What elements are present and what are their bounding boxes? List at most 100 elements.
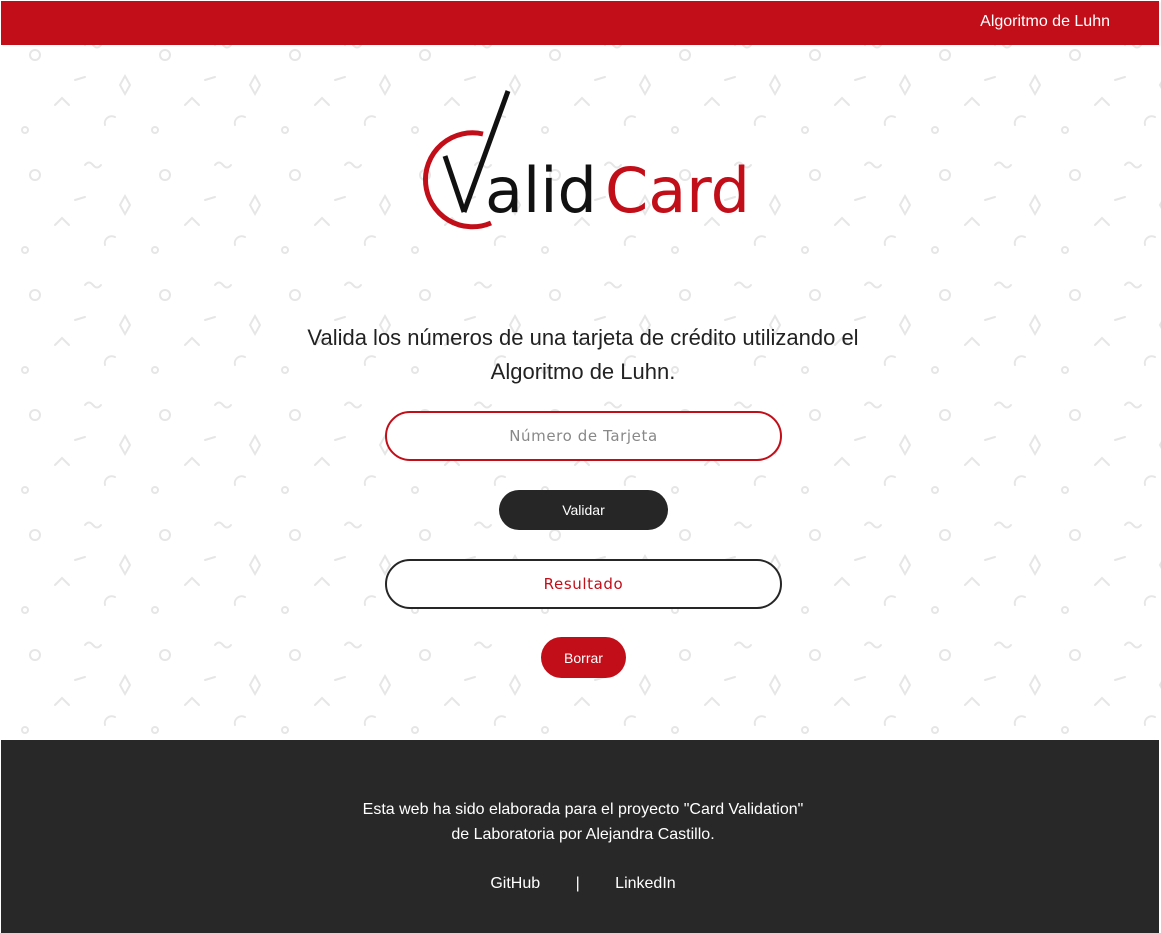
pattern-doodle [334, 676, 346, 681]
pattern-doodle [1094, 576, 1110, 586]
pattern-doodle [724, 676, 736, 681]
pattern-doodle [768, 193, 782, 217]
pattern-doodle [444, 696, 460, 706]
pattern-doodle [314, 456, 330, 466]
pattern-doodle [931, 126, 939, 134]
pattern-doodle [1061, 126, 1069, 134]
footer-credit: Esta web ha sido elaborada para el proye… [1, 797, 1161, 847]
pattern-doodle [233, 595, 246, 606]
pattern-doodle [411, 486, 419, 494]
pattern-doodle [939, 409, 951, 421]
pattern-doodle [1124, 45, 1142, 49]
pattern-doodle [834, 216, 850, 226]
pattern-doodle [623, 715, 636, 726]
pattern-doodle [994, 161, 1012, 169]
pattern-doodle [1143, 355, 1156, 366]
pattern-doodle [103, 355, 116, 366]
validate-button[interactable]: Validar [499, 490, 668, 530]
pattern-doodle [854, 76, 866, 81]
pattern-doodle [1061, 366, 1069, 374]
pattern-doodle [84, 401, 102, 409]
pattern-doodle [898, 313, 912, 337]
pattern-doodle [184, 696, 200, 706]
pattern-doodle [1013, 475, 1026, 486]
pattern-doodle [541, 726, 549, 734]
pattern-doodle [1028, 433, 1042, 457]
pattern-doodle [984, 196, 996, 201]
top-navbar: Algoritmo de Luhn [1, 1, 1159, 45]
pattern-doodle [474, 641, 492, 649]
pattern-doodle [281, 486, 289, 494]
pattern-doodle [854, 556, 866, 561]
linkedin-link[interactable]: LinkedIn [615, 875, 676, 892]
footer-credit-line-1: Esta web ha sido elaborada para el proye… [362, 801, 804, 818]
pattern-doodle [671, 486, 679, 494]
pattern-doodle [314, 576, 330, 586]
pattern-doodle [1013, 715, 1026, 726]
pattern-doodle [1069, 409, 1081, 421]
card-number-input[interactable] [385, 411, 782, 461]
pattern-doodle [801, 126, 809, 134]
pattern-doodle [54, 696, 70, 706]
pattern-doodle [103, 115, 116, 126]
pattern-doodle [939, 169, 951, 181]
pattern-doodle [1028, 553, 1042, 577]
pattern-doodle [74, 676, 86, 681]
pattern-doodle [1061, 246, 1069, 254]
pattern-doodle [334, 316, 346, 321]
pattern-doodle [1028, 193, 1042, 217]
pattern-doodle [898, 193, 912, 217]
pattern-doodle [289, 649, 301, 661]
pattern-doodle [594, 316, 606, 321]
pattern-doodle [724, 76, 736, 81]
pattern-doodle [1094, 216, 1110, 226]
pattern-doodle [809, 169, 821, 181]
pattern-doodle [159, 169, 171, 181]
pattern-doodle [118, 433, 132, 457]
nav-link-luhn-algorithm[interactable]: Algoritmo de Luhn [980, 13, 1110, 31]
pattern-doodle [204, 76, 216, 81]
pattern-doodle [54, 336, 70, 346]
clear-button[interactable]: Borrar [541, 637, 626, 678]
pattern-doodle [54, 96, 70, 106]
main-section: alid Card Valida los números de una tarj… [0, 45, 1161, 740]
pattern-doodle [854, 436, 866, 441]
pattern-doodle [994, 45, 1012, 49]
pattern-doodle [334, 436, 346, 441]
pattern-doodle [854, 676, 866, 681]
pattern-doodle [419, 49, 431, 61]
pattern-doodle [994, 281, 1012, 289]
pattern-doodle [864, 521, 882, 529]
pattern-doodle [151, 366, 159, 374]
subtitle-line-2: Algoritmo de Luhn. [490, 359, 676, 384]
pattern-doodle [281, 246, 289, 254]
pattern-doodle [939, 289, 951, 301]
pattern-doodle [334, 556, 346, 561]
pattern-doodle [834, 576, 850, 586]
pattern-doodle [74, 76, 86, 81]
pattern-doodle [623, 475, 636, 486]
pattern-doodle [289, 529, 301, 541]
pattern-doodle [864, 401, 882, 409]
pattern-doodle [1143, 715, 1156, 726]
pattern-doodle [801, 726, 809, 734]
pattern-doodle [54, 216, 70, 226]
pattern-doodle [864, 641, 882, 649]
pattern-doodle [1124, 281, 1142, 289]
footer-separator: | [575, 875, 580, 892]
pattern-doodle [898, 433, 912, 457]
pattern-doodle [159, 649, 171, 661]
pattern-doodle [1114, 556, 1126, 561]
pattern-doodle [248, 553, 262, 577]
pattern-doodle [474, 521, 492, 529]
pattern-doodle [1094, 336, 1110, 346]
pattern-doodle [84, 641, 102, 649]
logo-text-valid: alid [485, 154, 597, 227]
pattern-doodle [118, 553, 132, 577]
pattern-doodle [314, 96, 330, 106]
pattern-doodle [964, 96, 980, 106]
pattern-doodle [809, 409, 821, 421]
pattern-doodle [883, 475, 896, 486]
pattern-doodle [809, 289, 821, 301]
github-link[interactable]: GitHub [490, 875, 540, 892]
